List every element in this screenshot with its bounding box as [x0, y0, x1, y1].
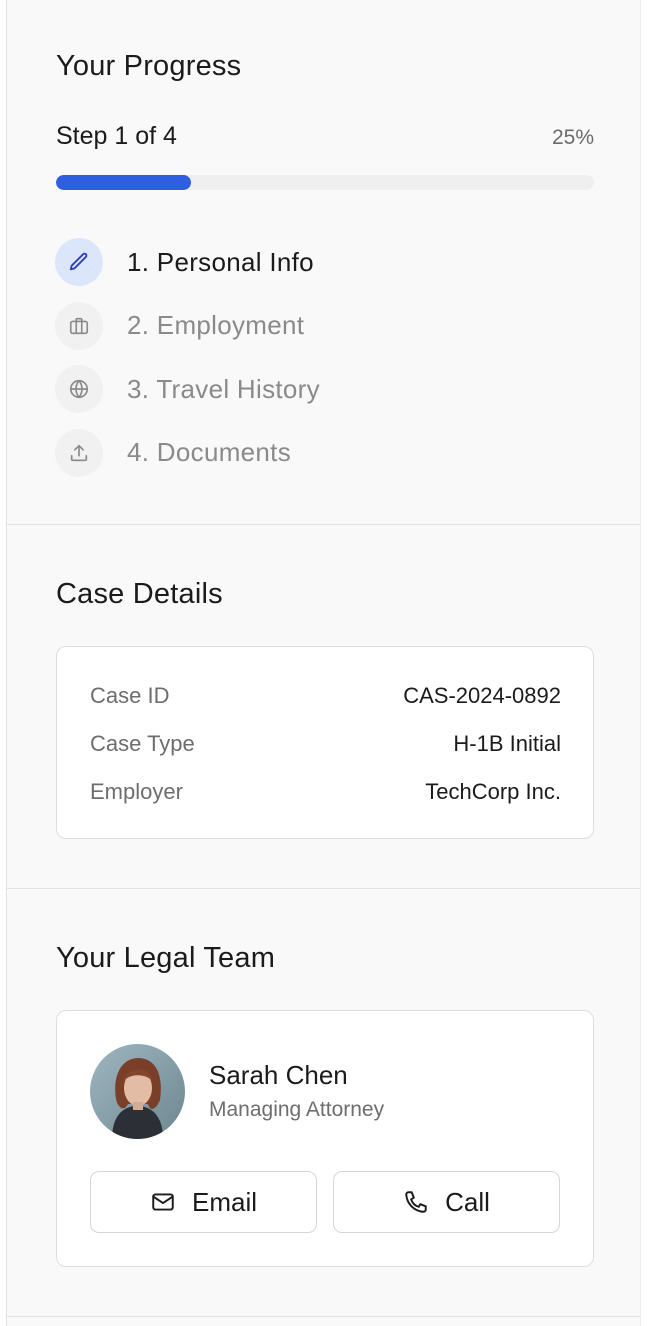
- case-details-section: Case Details Case ID CAS-2024-0892 Case …: [7, 525, 640, 889]
- legal-team-section: Your Legal Team Sarah Chen Managing Atto…: [7, 889, 640, 1317]
- upload-icon: [55, 428, 103, 477]
- briefcase-icon: [55, 301, 103, 350]
- case-type-row: Case Type H-1B Initial: [90, 731, 561, 761]
- step-counter: Step 1 of 4: [56, 122, 177, 150]
- case-id-row: Case ID CAS-2024-0892: [90, 683, 561, 713]
- step-list: 1. Personal Info 2. Employment 3. Travel…: [55, 238, 595, 492]
- email-button[interactable]: Email: [90, 1171, 317, 1233]
- pencil-icon: [55, 238, 103, 286]
- progress-section: Your Progress Step 1 of 4 25% 1. Persona…: [7, 0, 640, 525]
- step-documents[interactable]: 4. Documents: [55, 428, 595, 477]
- mail-icon: [152, 1193, 174, 1211]
- case-type-label: Case Type: [90, 731, 195, 756]
- progress-bar: [56, 175, 594, 190]
- case-type-value: H-1B Initial: [453, 731, 561, 756]
- progress-title: Your Progress: [56, 50, 242, 82]
- case-id-label: Case ID: [90, 683, 170, 708]
- call-button-label: Call: [445, 1186, 490, 1217]
- case-details-card: Case ID CAS-2024-0892 Case Type H-1B Ini…: [56, 646, 594, 839]
- email-button-label: Email: [191, 1186, 257, 1217]
- attorney-name: Sarah Chen: [209, 1060, 348, 1090]
- step-employment[interactable]: 2. Employment: [55, 301, 595, 350]
- progress-percent: 25%: [551, 126, 594, 149]
- step-label: 3. Travel History: [127, 373, 320, 404]
- sidebar-panel: Your Progress Step 1 of 4 25% 1. Persona…: [6, 0, 641, 1326]
- step-personal-info[interactable]: 1. Personal Info: [55, 238, 595, 286]
- globe-icon: [55, 365, 103, 413]
- employer-row: Employer TechCorp Inc.: [90, 779, 561, 809]
- step-label: 2. Employment: [127, 310, 305, 340]
- legal-team-title: Your Legal Team: [56, 942, 276, 974]
- case-details-title: Case Details: [56, 578, 223, 610]
- step-label: 1. Personal Info: [127, 246, 314, 277]
- employer-value: TechCorp Inc.: [425, 779, 561, 804]
- case-id-value: CAS-2024-0892: [403, 683, 561, 708]
- call-button[interactable]: Call: [333, 1171, 560, 1233]
- avatar: [90, 1044, 185, 1139]
- employer-label: Employer: [90, 779, 183, 804]
- attorney-card: Sarah Chen Managing Attorney Email Call: [56, 1010, 594, 1267]
- step-label: 4. Documents: [127, 437, 292, 467]
- progress-bar-fill: [56, 175, 191, 190]
- step-summary: Step 1 of 4 25%: [56, 122, 594, 156]
- phone-icon: [405, 1191, 427, 1213]
- attorney-role: Managing Attorney: [209, 1098, 385, 1121]
- step-travel-history[interactable]: 3. Travel History: [55, 365, 595, 413]
